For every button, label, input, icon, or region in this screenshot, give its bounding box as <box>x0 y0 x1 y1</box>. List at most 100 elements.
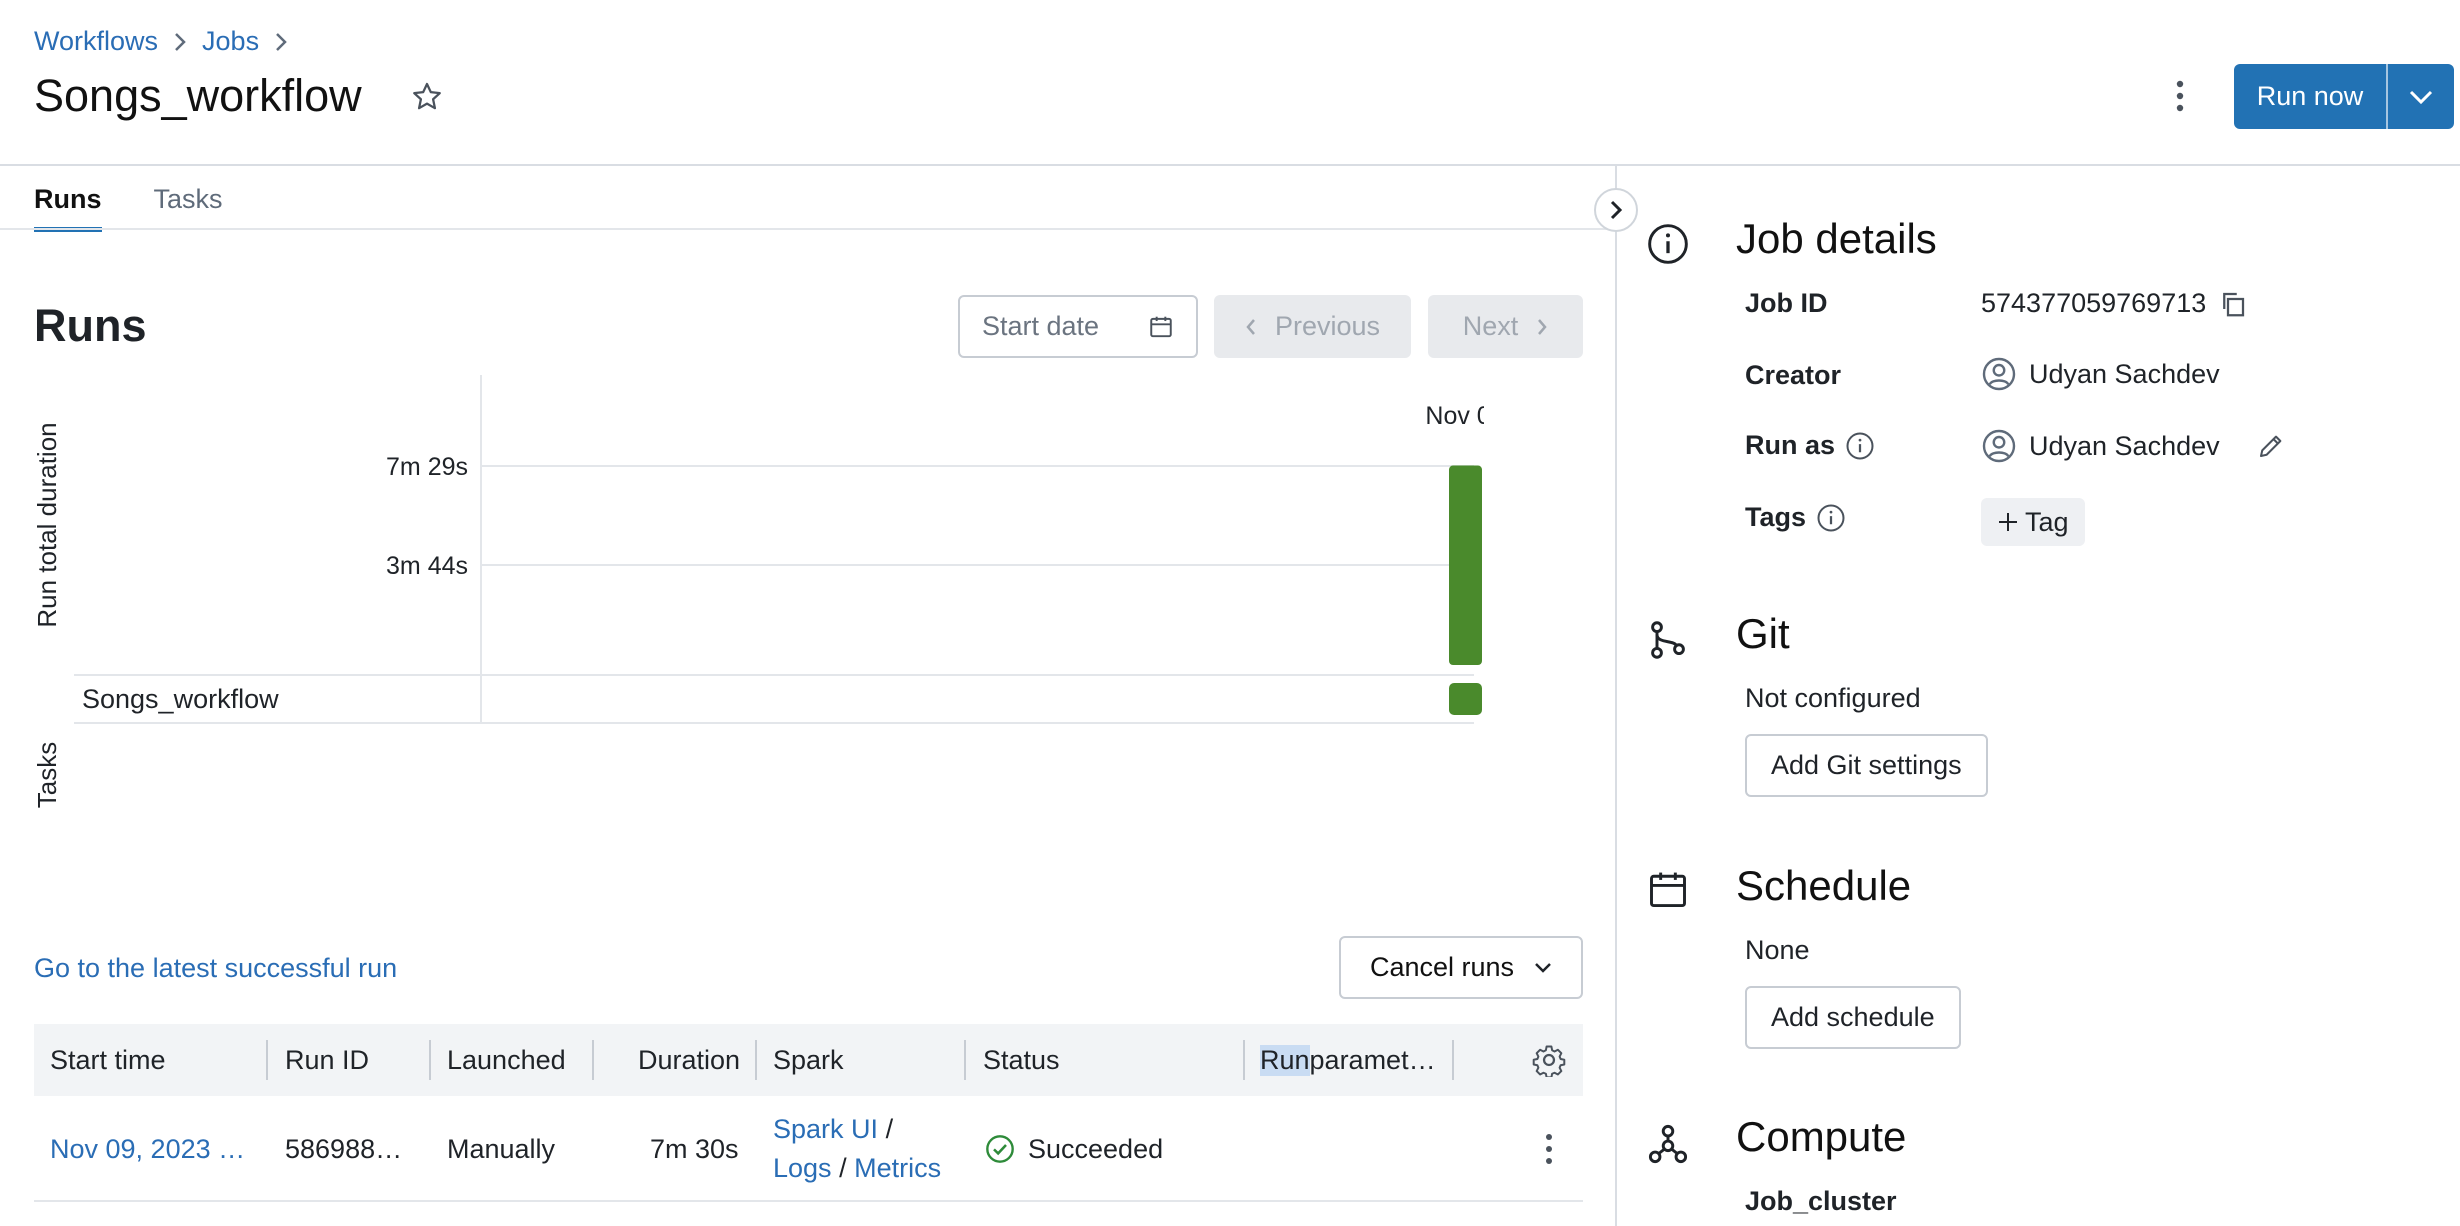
breadcrumb-jobs[interactable]: Jobs <box>202 26 259 57</box>
column-header-launched[interactable]: Launched <box>447 1024 566 1096</box>
y-tick-label: 7m 29s <box>386 453 468 481</box>
y-axis-label: Run total duration <box>34 422 62 627</box>
chevron-right-icon <box>174 32 186 52</box>
job-id-value: 574377059769713 <box>1981 288 2248 319</box>
start-date-picker[interactable]: Start date <box>958 295 1198 358</box>
tags-label: Tags <box>1745 502 1807 532</box>
info-icon[interactable] <box>1816 503 1846 533</box>
chevron-right-icon <box>1536 318 1548 336</box>
star-icon[interactable] <box>410 80 444 114</box>
tab-bar: Runs Tasks <box>34 184 223 232</box>
start-date-placeholder: Start date <box>982 311 1100 341</box>
creator-value: Udyan Sachdev <box>1981 356 2220 392</box>
plus-icon <box>1997 511 2019 533</box>
breadcrumb: Workflows Jobs <box>34 26 287 57</box>
link-separator: / <box>839 1153 847 1183</box>
run-as-value: Udyan Sachdev <box>1981 428 2286 464</box>
breadcrumb-workflows[interactable]: Workflows <box>34 26 158 57</box>
row-actions-icon[interactable] <box>1542 1096 1556 1202</box>
run-as-label-group: Run as <box>1745 430 1875 461</box>
run-as-name: Udyan Sachdev <box>2029 430 2220 461</box>
latest-successful-run-link[interactable]: Go to the latest successful run <box>34 953 397 984</box>
status-cell: Succeeded <box>984 1096 1163 1202</box>
run-as-label: Run as <box>1745 430 1836 460</box>
collapse-panel-button[interactable] <box>1594 188 1638 232</box>
creator-label: Creator <box>1745 360 1842 390</box>
compute-cluster-name: Job_cluster <box>1745 1186 1897 1216</box>
add-git-settings-button[interactable]: Add Git settings <box>1745 734 1988 797</box>
user-avatar-icon <box>1981 356 2017 392</box>
info-icon[interactable] <box>1845 431 1875 461</box>
run-now-split-button: Run now <box>2234 64 2454 129</box>
next-button[interactable]: Next <box>1428 295 1583 358</box>
calendar-icon <box>1646 868 1690 912</box>
tab-tasks[interactable]: Tasks <box>154 184 223 232</box>
page-title: Songs_workflow <box>34 70 362 121</box>
logs-link[interactable]: Logs <box>773 1153 832 1183</box>
compute-heading: Compute <box>1736 1113 1907 1160</box>
run-duration-bar[interactable] <box>1449 465 1482 665</box>
column-header-duration[interactable]: Duration <box>638 1024 740 1096</box>
column-header-run-parameters[interactable]: Run paramet… <box>1260 1024 1470 1096</box>
pencil-icon[interactable] <box>2256 431 2286 461</box>
chevron-left-icon <box>1245 318 1257 336</box>
run-parameters-label-rest: paramet… <box>1309 1044 1436 1075</box>
runs-duration-chart: Run total duration Tasks 7m 29s 3m 44s N… <box>34 375 1484 808</box>
column-resizer[interactable] <box>1452 1040 1454 1080</box>
task-row-label: Songs_workflow <box>82 684 279 714</box>
x-tick-label: Nov 09 <box>1425 402 1484 430</box>
runs-table: Start time Run ID Launched Duration Spar… <box>34 1024 1583 1202</box>
table-header: Start time Run ID Launched Duration Spar… <box>34 1024 1583 1096</box>
git-heading: Git <box>1736 610 1790 657</box>
job-id-label: Job ID <box>1745 288 1828 318</box>
check-circle-icon <box>984 1133 1016 1165</box>
cancel-runs-label: Cancel runs <box>1369 952 1515 982</box>
previous-button[interactable]: Previous <box>1214 295 1411 358</box>
column-resizer[interactable] <box>592 1040 594 1080</box>
schedule-heading: Schedule <box>1736 862 1912 909</box>
column-header-run-id[interactable]: Run ID <box>285 1024 369 1096</box>
runs-heading: Runs <box>34 300 147 351</box>
tab-runs[interactable]: Runs <box>34 184 102 232</box>
tasks-axis-label: Tasks <box>34 742 62 808</box>
status-label: Succeeded <box>1028 1133 1164 1164</box>
chevron-right-icon <box>1609 199 1623 221</box>
column-resizer[interactable] <box>266 1040 268 1080</box>
copy-icon[interactable] <box>2218 289 2248 319</box>
run-id-cell: 586988… <box>285 1133 403 1164</box>
chevron-down-icon <box>1534 962 1552 974</box>
add-schedule-button[interactable]: Add schedule <box>1745 986 1961 1049</box>
add-tag-button[interactable]: Tag <box>1981 498 2085 546</box>
table-row[interactable]: Nov 09, 2023 … 586988… Manually 7m 30s S… <box>34 1096 1583 1202</box>
panel-divider <box>1615 166 1617 1226</box>
launched-cell: Manually <box>447 1133 556 1164</box>
gear-icon[interactable] <box>1532 1024 1566 1096</box>
spark-cell: Spark UI / Logs / Metrics <box>773 1096 941 1202</box>
tags-label-group: Tags <box>1745 502 1846 533</box>
cancel-runs-button[interactable]: Cancel runs <box>1339 936 1583 999</box>
column-resizer[interactable] <box>964 1040 966 1080</box>
column-header-start-time[interactable]: Start time <box>50 1024 166 1096</box>
more-options-icon[interactable] <box>2170 76 2190 116</box>
start-time-link[interactable]: Nov 09, 2023 … <box>50 1096 245 1202</box>
chevron-down-icon[interactable] <box>2388 64 2454 129</box>
column-resizer[interactable] <box>755 1040 757 1080</box>
column-resizer[interactable] <box>1243 1040 1245 1080</box>
job-id-text: 574377059769713 <box>1981 288 2207 318</box>
run-now-button[interactable]: Run now <box>2234 64 2388 129</box>
chevron-right-icon <box>275 32 287 52</box>
tabs-divider <box>0 228 1615 230</box>
column-resizer[interactable] <box>429 1040 431 1080</box>
add-tag-label: Tag <box>2025 506 2069 537</box>
user-avatar-icon <box>1981 428 2017 464</box>
selected-text-highlight: Run <box>1260 1044 1310 1076</box>
column-header-spark[interactable]: Spark <box>773 1024 844 1096</box>
schedule-status: None <box>1745 935 1810 965</box>
task-status-bar[interactable] <box>1449 683 1482 715</box>
spark-ui-link[interactable]: Spark UI <box>773 1114 878 1144</box>
metrics-link[interactable]: Metrics <box>854 1153 941 1183</box>
info-icon <box>1646 222 1690 266</box>
column-header-status[interactable]: Status <box>983 1024 1060 1096</box>
y-tick-label: 3m 44s <box>386 552 468 580</box>
git-status: Not configured <box>1745 683 1921 713</box>
